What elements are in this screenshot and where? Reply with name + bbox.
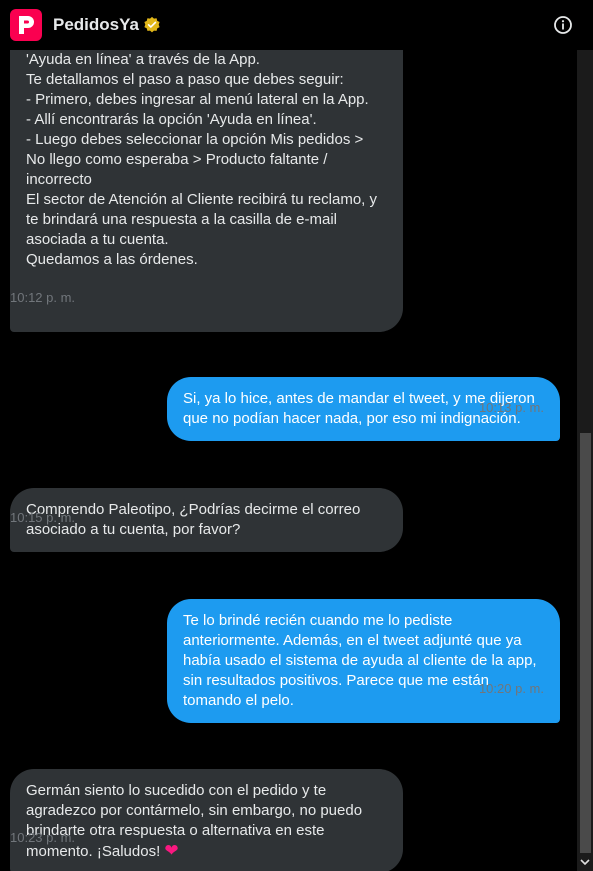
pedidosya-avatar[interactable]: [10, 9, 42, 41]
message-timestamp: 10:15 p. m.: [10, 510, 76, 525]
scrollbar[interactable]: [577, 50, 593, 871]
contact-name[interactable]: PedidosYa: [53, 15, 139, 35]
verified-badge-icon: [143, 16, 161, 34]
message-bubble-incoming[interactable]: Germán siento lo sucedido con el pedido …: [10, 769, 403, 871]
message-text: Germán siento lo sucedido con el pedido …: [26, 782, 363, 860]
pedidosya-logo-icon: [19, 16, 34, 34]
message-bubble-incoming[interactable]: 'Ayuda en línea' a través de la App. Te …: [10, 36, 403, 332]
scrollbar-thumb[interactable]: [580, 433, 591, 853]
message-timestamp: 10:12 p. m.: [10, 290, 76, 305]
scroll-down-arrow-icon[interactable]: [580, 857, 590, 867]
message-timestamp: 10:13 p. m.: [478, 400, 544, 415]
conversation-info-button[interactable]: [553, 15, 573, 35]
heart-emoji-icon: ❤: [164, 841, 179, 860]
message-list[interactable]: 'Ayuda en línea' a través de la App. Te …: [0, 36, 577, 871]
conversation-header: PedidosYa: [0, 0, 593, 50]
message-bubble-outgoing[interactable]: Te lo brindé recién cuando me lo pediste…: [167, 599, 560, 723]
message-timestamp: 10:23 p. m.: [10, 830, 76, 845]
info-icon: [554, 16, 572, 34]
message-timestamp: 10:20 p. m.: [478, 681, 544, 696]
